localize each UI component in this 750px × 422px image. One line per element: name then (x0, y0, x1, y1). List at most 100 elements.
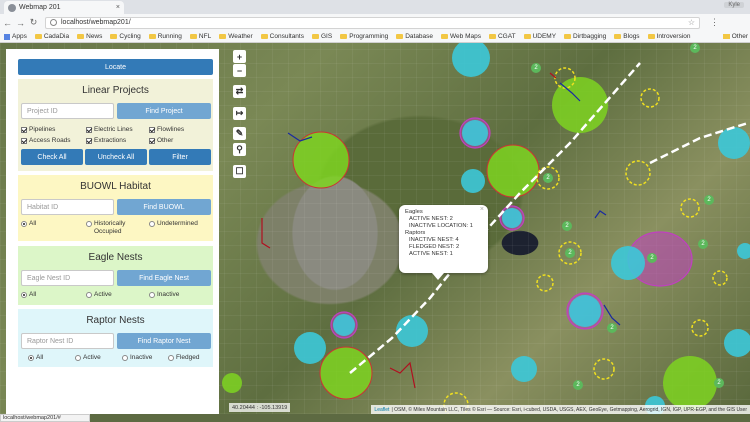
buowl-outline[interactable] (680, 198, 700, 218)
eagle-inactive-radio[interactable]: Inactive (149, 291, 179, 299)
eagle-active-radio[interactable]: Active (86, 291, 112, 299)
nest-marker[interactable] (452, 43, 490, 77)
find-eagle-nest-button[interactable]: Find Eagle Nest (117, 270, 211, 286)
menu-icon[interactable]: ⋮ (710, 17, 719, 28)
checkbox-box[interactable] (86, 126, 92, 133)
radio-dot[interactable] (21, 292, 27, 298)
buowl-outline[interactable] (593, 358, 615, 380)
bookmark-item[interactable]: Programming (340, 33, 388, 40)
nest-marker[interactable] (461, 169, 485, 193)
leaflet-link[interactable]: Leaflet (374, 407, 389, 413)
green-zone[interactable] (552, 77, 608, 133)
cluster-label[interactable]: 2 (607, 323, 617, 333)
cluster-label[interactable]: 2 (714, 378, 724, 388)
green-zone[interactable] (486, 144, 540, 198)
forward-icon[interactable]: → (15, 18, 26, 28)
bookmark-item[interactable]: GIS (311, 33, 332, 40)
browser-tab[interactable]: Webmap 201 × (4, 1, 124, 14)
green-zone[interactable] (663, 356, 717, 410)
bookmark-item[interactable]: CadaDia (34, 33, 69, 40)
radio-dot[interactable] (149, 221, 155, 227)
eagle-all-radio[interactable]: All (21, 291, 36, 299)
green-zone[interactable] (319, 346, 373, 400)
electric-lines-checkbox[interactable]: Electric Lines (86, 126, 133, 133)
nest-marker[interactable] (396, 315, 428, 347)
nest-marker[interactable] (502, 208, 522, 228)
flowlines-checkbox[interactable]: Flowlines (149, 126, 184, 133)
buowl-outline[interactable] (640, 88, 660, 108)
radio-dot[interactable] (168, 355, 174, 361)
radio-dot[interactable] (149, 292, 155, 298)
access-roads-checkbox[interactable]: Access Roads (21, 137, 71, 144)
swap-icon[interactable]: ⇄ (233, 85, 246, 98)
radio-dot[interactable] (75, 355, 81, 361)
buowl-outline[interactable] (536, 274, 554, 292)
profile-badge[interactable]: Kyle (724, 2, 744, 8)
green-zone[interactable] (222, 373, 242, 393)
zoom-in-button[interactable]: + (233, 50, 246, 63)
cluster-label[interactable]: 2 (690, 43, 700, 53)
find-project-button[interactable]: Find Project (117, 103, 211, 119)
radio-dot[interactable] (86, 221, 92, 227)
bookmark-item[interactable]: Blogs (614, 33, 640, 40)
radio-dot[interactable] (28, 355, 34, 361)
cluster-label[interactable]: 2 (531, 63, 541, 73)
radio-dot[interactable] (122, 355, 128, 361)
raptor-inactive-radio[interactable]: Inactive (122, 354, 152, 362)
find-raptor-nest-button[interactable]: Find Raptor Nest (117, 333, 211, 349)
bookmark-item[interactable]: Web Maps (441, 33, 481, 40)
nest-marker[interactable] (724, 329, 750, 357)
buowl-historically-occupied-radio[interactable]: Historically Occupied (86, 220, 125, 236)
raptor-all-radio[interactable]: All (28, 354, 43, 362)
cluster-label[interactable]: 2 (562, 221, 572, 231)
bookmark-item[interactable]: News (77, 33, 102, 40)
bookmark-item[interactable]: Cycling (110, 33, 141, 40)
marker-icon[interactable]: ⚲ (233, 143, 246, 156)
other-bookmarks[interactable]: Other (722, 33, 748, 40)
cluster-label[interactable]: 2 (698, 239, 708, 249)
cluster-label[interactable]: 2 (704, 195, 714, 205)
checkbox-box[interactable] (149, 137, 155, 144)
raptor-fledged-radio[interactable]: Fledged (168, 354, 200, 362)
checkbox-box[interactable] (86, 137, 92, 144)
measure-icon[interactable]: ↦ (233, 107, 246, 120)
project-id-input[interactable]: Project ID (21, 103, 114, 119)
pipeline[interactable] (603, 304, 621, 326)
cluster-label[interactable]: 2 (565, 248, 575, 258)
nest-marker[interactable] (737, 243, 750, 259)
road[interactable] (261, 218, 271, 249)
extractions-checkbox[interactable]: Extractions (86, 137, 126, 144)
star-icon[interactable]: ☆ (688, 18, 695, 27)
bookmark-item[interactable]: Weather (219, 33, 253, 40)
eagle-nest-id-input[interactable]: Eagle Nest ID (21, 270, 114, 286)
zoom-out-button[interactable]: − (233, 64, 246, 77)
info-icon[interactable] (50, 19, 57, 26)
buowl-outline[interactable] (691, 319, 709, 337)
bookmark-item[interactable]: Database (396, 33, 433, 40)
url-input[interactable]: localhost/webmap201/ ☆ (45, 16, 700, 29)
buowl-outline[interactable] (625, 160, 651, 186)
nest-marker[interactable] (333, 314, 355, 336)
habitat-id-input[interactable]: Habitat ID (21, 199, 114, 215)
raptor-active-radio[interactable]: Active (75, 354, 101, 362)
radio-dot[interactable] (86, 292, 92, 298)
cluster-label[interactable]: 2 (647, 253, 657, 263)
buowl-all-radio[interactable]: All (21, 220, 36, 228)
nest-marker[interactable] (611, 246, 645, 280)
radio-dot[interactable] (21, 221, 27, 227)
buowl-outline[interactable] (712, 270, 728, 286)
close-tab-icon[interactable]: × (116, 4, 120, 11)
nest-marker[interactable] (294, 332, 326, 364)
checkbox-box[interactable] (21, 126, 27, 133)
nest-marker[interactable] (462, 120, 488, 146)
cluster-label[interactable]: 2 (573, 380, 583, 390)
edit-icon[interactable]: ☐ (233, 165, 246, 178)
back-icon[interactable]: ← (2, 18, 13, 28)
filter-button[interactable]: Filter (149, 149, 211, 165)
draw-line-icon[interactable]: ✎ (233, 127, 246, 140)
bookmark-item[interactable]: NFL (189, 33, 211, 40)
raptor-nest-id-input[interactable]: Raptor Nest ID (21, 333, 114, 349)
popup-close-icon[interactable]: × (480, 206, 484, 213)
uncheck-all-button[interactable]: Uncheck All (85, 149, 147, 165)
check-all-button[interactable]: Check All (21, 149, 83, 165)
